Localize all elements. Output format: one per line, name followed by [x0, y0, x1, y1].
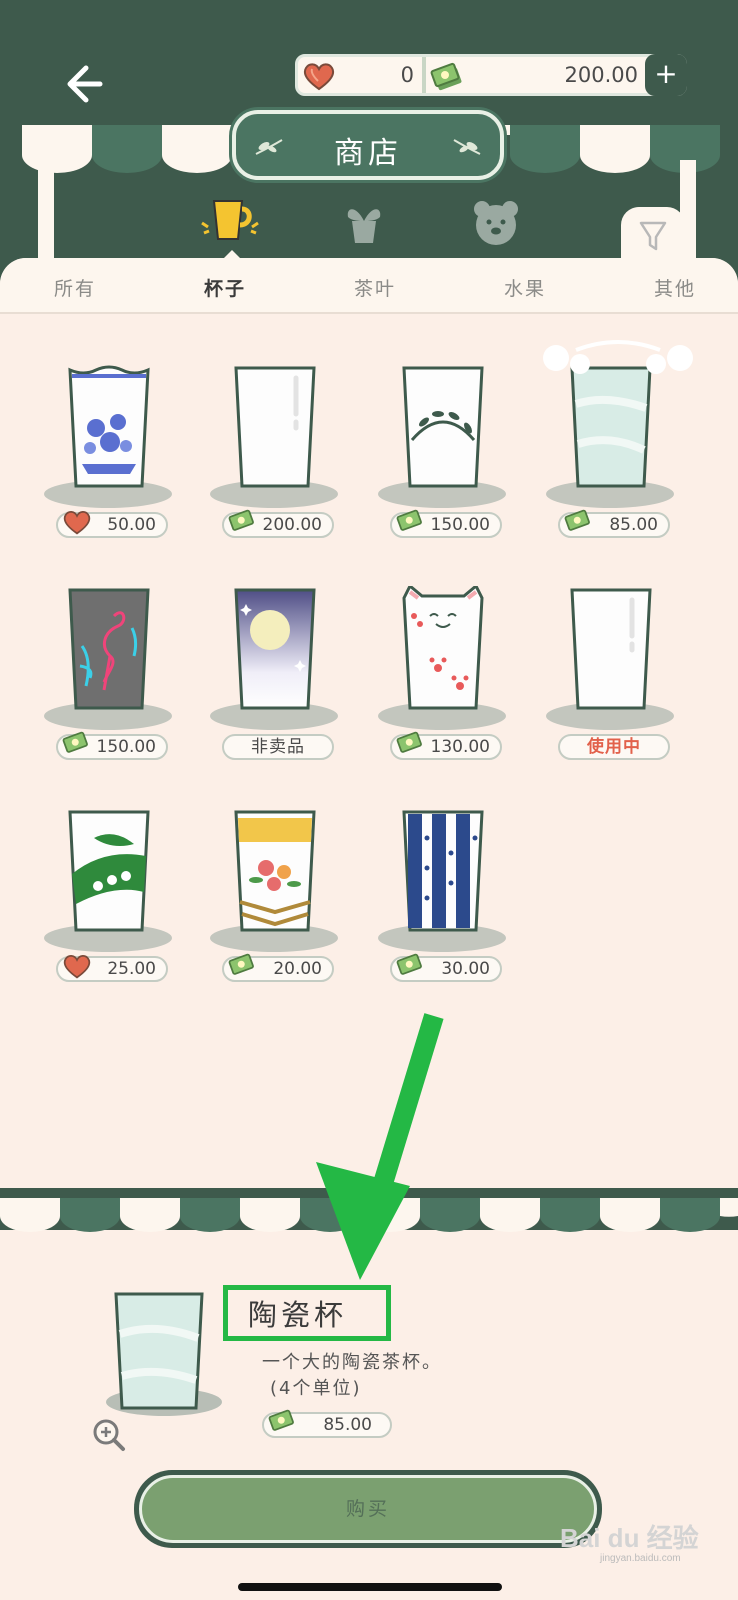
awning-post-left: [38, 160, 54, 260]
bear-icon: [474, 201, 518, 245]
yellow-floral-cup-icon: [234, 810, 316, 932]
currency-divider: [422, 57, 426, 93]
shop-item-yellow-floral-cup[interactable]: 20.00: [208, 808, 348, 998]
zoom-button[interactable]: [92, 1418, 126, 1452]
shop-item-flamingo-cup[interactable]: 150.00: [42, 586, 182, 776]
category-decor[interactable]: [466, 195, 526, 249]
shop-screen: 0 200.00 + 商店 所有 杯子 茶叶 水果 其他 50.00 200.0…: [0, 0, 738, 1600]
shop-item-lily-cup[interactable]: 25.00: [42, 808, 182, 998]
item-price: 85.00: [558, 509, 670, 538]
heart-icon: [62, 952, 92, 986]
item-price: 150.00: [56, 731, 168, 760]
money-icon: [396, 730, 426, 764]
category-cups[interactable]: [200, 195, 260, 249]
item-price: 20.00: [222, 953, 334, 982]
item-price: 50.00: [56, 510, 168, 538]
leaf-icon: [452, 136, 482, 162]
tab-caret: [224, 250, 240, 258]
tab-tea[interactable]: 茶叶: [354, 274, 396, 301]
money-icon: [396, 952, 426, 986]
heart-icon: [62, 508, 92, 542]
blue-stripe-cup-icon: [402, 810, 484, 932]
add-currency-button[interactable]: +: [645, 54, 687, 96]
shop-item-ceramic-cup[interactable]: 85.00: [544, 364, 684, 554]
money-icon: [268, 1408, 298, 1442]
money-count: 200.00: [564, 63, 638, 87]
money-icon: [396, 508, 426, 542]
category-plants[interactable]: [334, 195, 394, 249]
currency-bar: 0 200.00 +: [295, 54, 687, 96]
item-price: 150.00: [390, 509, 502, 538]
shop-item-moon-cup[interactable]: 非卖品: [208, 586, 348, 776]
shop-item-glass-cup-in-use[interactable]: 使用中: [544, 586, 684, 776]
buy-button[interactable]: 购买: [134, 1470, 602, 1548]
back-button[interactable]: [60, 58, 112, 110]
money-icon: [228, 508, 258, 542]
tab-cups[interactable]: 杯子: [204, 274, 246, 301]
item-price: 200.00: [222, 509, 334, 538]
money-icon: [228, 952, 258, 986]
vine-cup-icon: [402, 366, 484, 488]
heart-count: 0: [400, 63, 414, 87]
item-description: 一个大的陶瓷茶杯。: [262, 1352, 442, 1373]
cup-icon: [201, 200, 259, 240]
money-icon: [430, 61, 464, 97]
item-units: (4个单位): [270, 1378, 362, 1399]
item-price: 25.00: [56, 954, 168, 982]
plain-glass-cup-icon: [234, 366, 316, 488]
flamingo-cup-icon: [68, 588, 150, 710]
money-icon: [62, 730, 92, 764]
shop-item-plain-glass-cup[interactable]: 200.00: [208, 364, 348, 554]
home-indicator: [238, 1583, 502, 1591]
item-price: 非卖品: [222, 734, 334, 760]
lily-cup-icon: [68, 810, 150, 932]
selected-item-preview: [106, 1292, 222, 1416]
ceramic-cup-icon: [570, 366, 652, 488]
cat-cup-icon: [402, 586, 484, 710]
annotation-arrow-icon: [316, 1013, 444, 1280]
shop-item-vine-cup[interactable]: 150.00: [376, 364, 516, 554]
tab-bar: 所有 杯子 茶叶 水果 其他: [0, 250, 738, 314]
selected-item-bow-icon: [543, 340, 693, 374]
watermark: Bai du 经验 jingyan.baidu.com: [560, 1523, 699, 1564]
buy-button-label: 购买: [139, 1475, 597, 1543]
tab-all[interactable]: 所有: [54, 274, 96, 301]
glass-cup-icon: [570, 588, 652, 710]
heart-icon: [302, 60, 336, 96]
zoom-in-icon: [93, 1419, 125, 1451]
in-use-badge: 使用中: [558, 734, 670, 760]
item-price: 130.00: [390, 731, 502, 760]
shop-item-blue-stripe-cup[interactable]: 30.00: [376, 808, 516, 998]
shop-item-cat-cup[interactable]: 130.00: [376, 586, 516, 776]
tab-fruit[interactable]: 水果: [504, 274, 546, 301]
item-price: 30.00: [390, 953, 502, 982]
plant-icon: [347, 209, 381, 243]
shop-item-blue-floral-cup[interactable]: 50.00: [42, 364, 182, 554]
item-price: 85.00: [262, 1409, 392, 1438]
money-icon: [564, 508, 594, 542]
blue-floral-cup-icon: [68, 365, 150, 488]
tab-other[interactable]: 其他: [654, 274, 696, 301]
shop-title-plate: 商店: [232, 110, 504, 180]
highlight-box: [223, 1285, 391, 1341]
moon-cup-icon: [234, 588, 316, 710]
back-arrow-icon: [67, 65, 103, 103]
